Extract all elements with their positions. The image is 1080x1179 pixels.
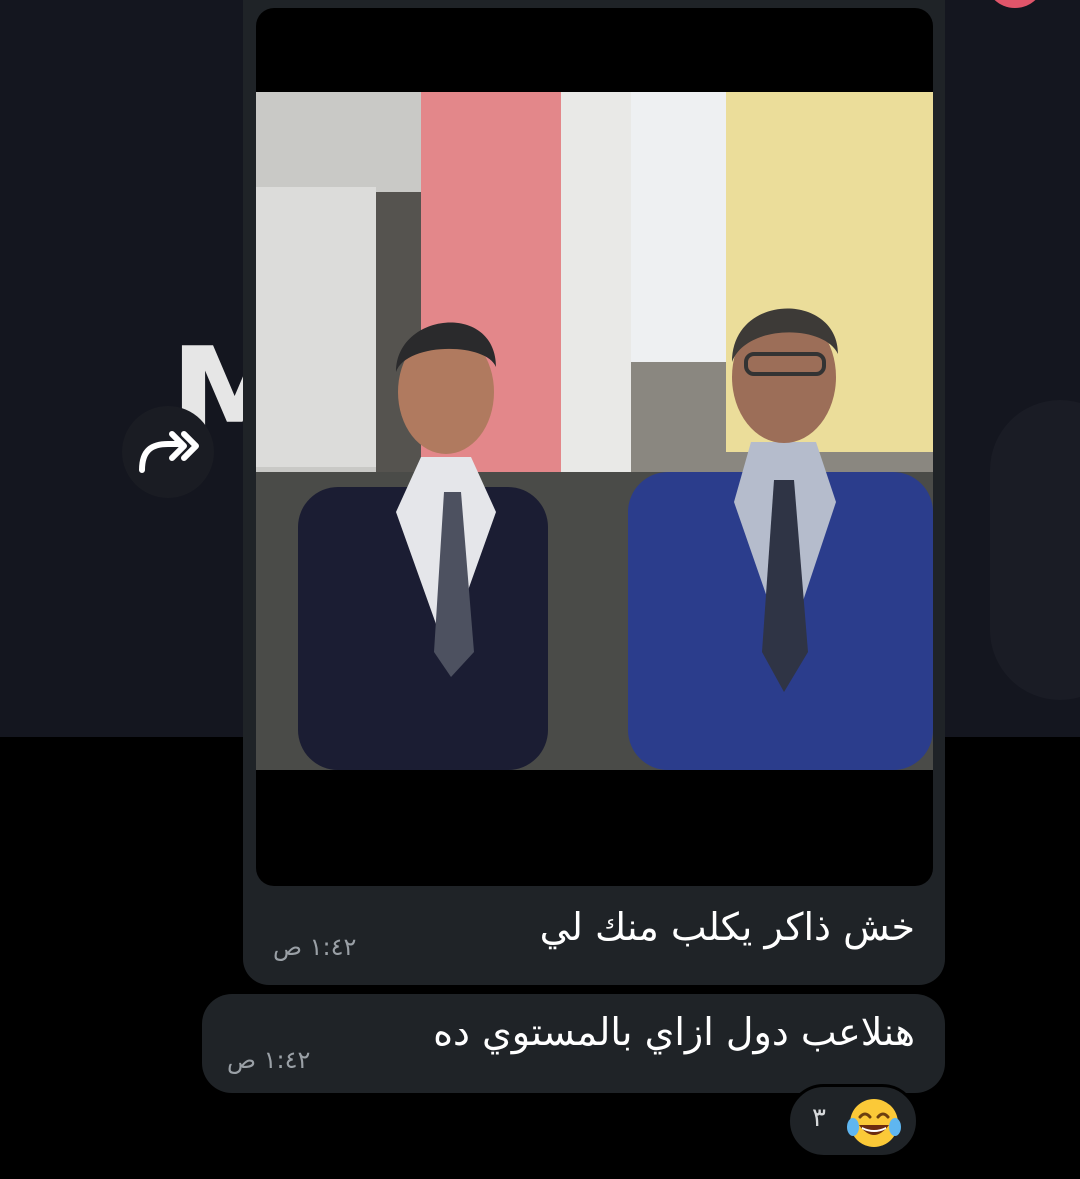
photo-two-men-in-suits[interactable] xyxy=(256,92,933,770)
message-time: ١:٤٢ ص xyxy=(273,933,357,961)
text-message-bubble[interactable]: هنلاعب دول ازاي بالمستوي ده ١:٤٢ ص xyxy=(202,994,945,1093)
face-with-tears-of-joy-icon xyxy=(847,1099,901,1147)
message-text: هنلاعب دول ازاي بالمستوي ده xyxy=(433,1010,915,1054)
image-attachment[interactable] xyxy=(256,8,933,886)
message-time: ١:٤٢ ص xyxy=(227,1046,311,1074)
forward-button[interactable] xyxy=(122,406,214,498)
background-decoration xyxy=(990,400,1080,700)
image-caption: خش ذاكر يكلب منك لي xyxy=(539,905,915,949)
image-message-bubble[interactable]: خش ذاكر يكلب منك لي ١:٤٢ ص xyxy=(243,0,945,985)
forward-icon xyxy=(139,431,199,473)
reaction-count: ٣ xyxy=(812,1103,826,1133)
reaction-chip[interactable]: ٣ xyxy=(787,1084,919,1158)
